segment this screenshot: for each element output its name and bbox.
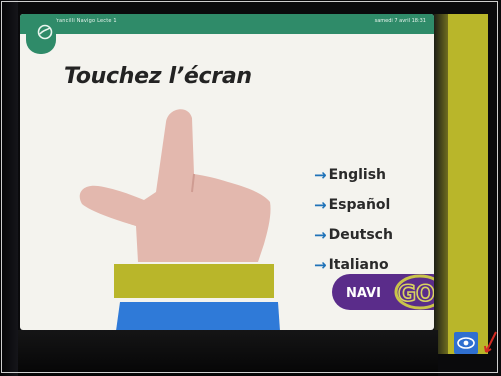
image-border	[1, 1, 498, 373]
